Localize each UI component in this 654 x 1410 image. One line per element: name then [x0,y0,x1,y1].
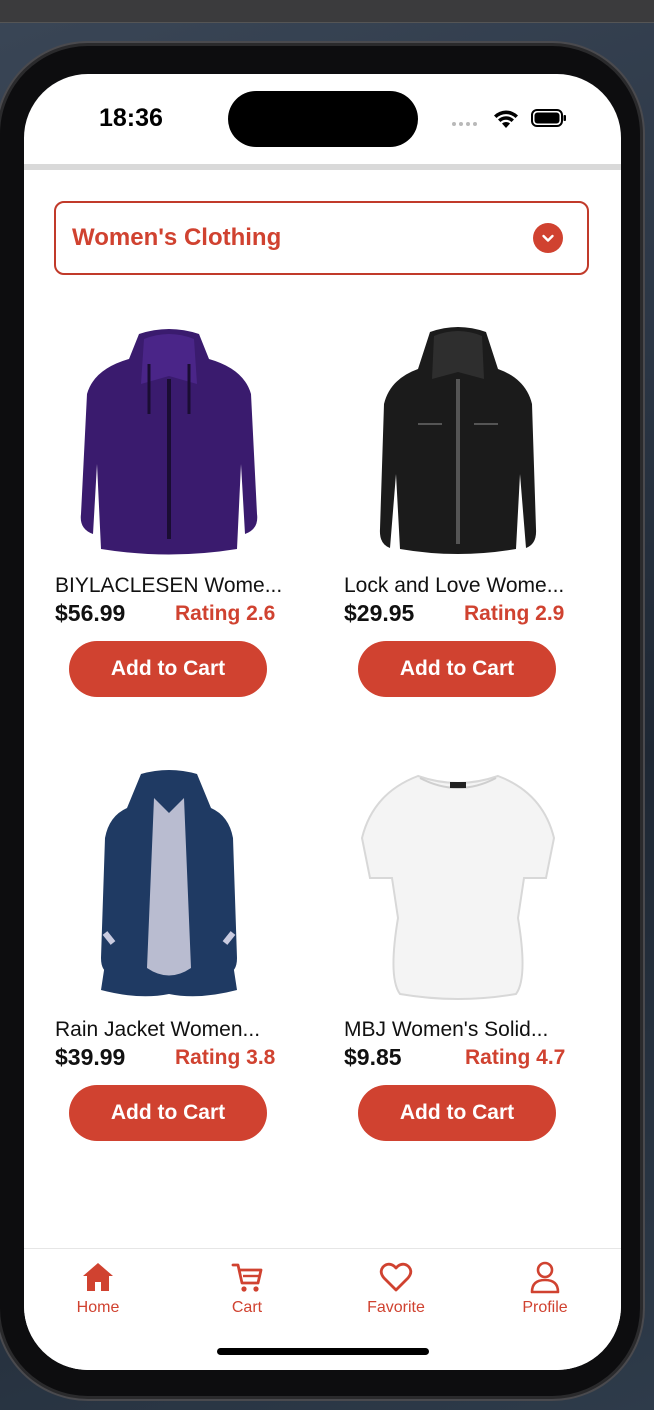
home-indicator [217,1348,429,1355]
dynamic-island [228,91,418,147]
product-price: $39.99 [55,1044,126,1070]
heart-icon [379,1262,413,1292]
tab-profile[interactable]: Profile [500,1259,590,1317]
cellular-signal-icon [452,122,477,126]
product-title[interactable]: Rain Jacket Women... [55,1018,260,1042]
category-dropdown[interactable]: Women's Clothing [54,201,589,275]
status-time: 18:36 [99,104,163,132]
product-price: $29.95 [344,600,415,626]
add-to-cart-button[interactable]: Add to Cart [358,1085,556,1141]
product-title[interactable]: MBJ Women's Solid... [344,1018,548,1042]
product-rating: Rating 2.9 [464,602,565,625]
cart-icon [231,1263,263,1292]
product-rating: Rating 3.8 [175,1046,276,1069]
product-rating: Rating 4.7 [465,1046,566,1069]
product-image-rain-jacket[interactable] [69,768,269,1008]
product-rating: Rating 2.6 [175,602,276,625]
tab-home[interactable]: Home [53,1259,143,1317]
app-screen: 18:36 Women's Clothing BIYLACLESEN Wome.… [24,74,621,1370]
header-divider [24,164,621,170]
add-to-cart-button[interactable]: Add to Cart [358,641,556,697]
tab-label: Home [76,1299,120,1316]
person-icon [530,1261,560,1294]
window-top-bar [0,0,654,23]
chevron-down-icon [533,223,563,253]
add-to-cart-button[interactable]: Add to Cart [69,641,267,697]
add-to-cart-button[interactable]: Add to Cart [69,1085,267,1141]
home-icon [83,1263,113,1291]
tab-label: Favorite [367,1299,425,1316]
product-price: $56.99 [55,600,126,626]
product-image-purple-jacket[interactable] [69,324,269,564]
battery-icon [531,109,566,127]
tab-favorite[interactable]: Favorite [351,1259,441,1317]
tab-label: Profile [522,1299,568,1316]
product-title[interactable]: BIYLACLESEN Wome... [55,574,282,598]
tab-cart[interactable]: Cart [202,1259,292,1317]
category-label: Women's Clothing [72,224,282,251]
wifi-icon [494,110,518,128]
tab-label: Cart [231,1299,263,1316]
product-image-black-jacket[interactable] [358,324,558,564]
product-title[interactable]: Lock and Love Wome... [344,574,564,598]
product-price: $9.85 [344,1044,402,1070]
product-image-white-top[interactable] [358,768,558,1008]
